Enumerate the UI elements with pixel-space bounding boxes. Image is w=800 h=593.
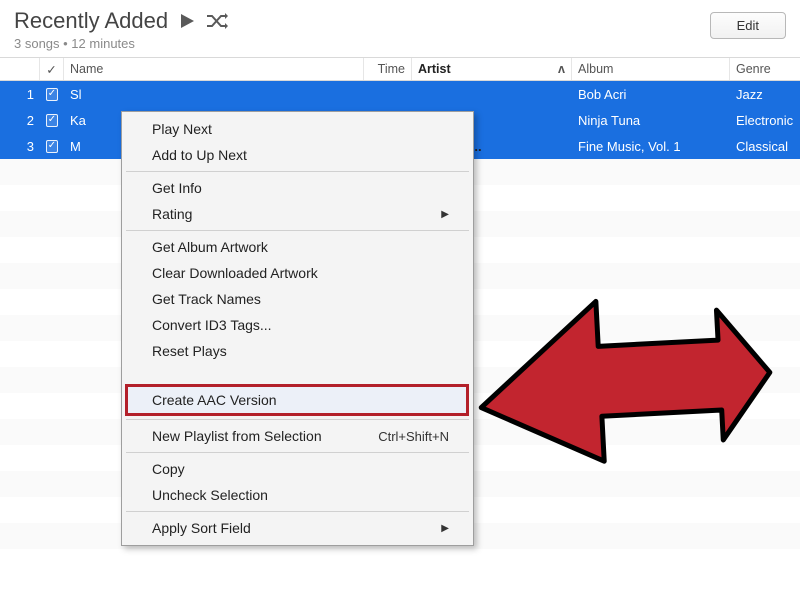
menu-create-aac[interactable]: Create AAC Version xyxy=(125,384,469,416)
annotation-arrow-icon xyxy=(470,260,780,483)
col-genre[interactable]: Genre xyxy=(730,58,800,80)
row-number: 1 xyxy=(0,87,40,102)
row-checkbox[interactable]: ✓ xyxy=(40,88,64,101)
submenu-arrow-icon: ▶ xyxy=(441,209,449,220)
menu-separator xyxy=(126,230,469,231)
menu-get-album-artwork[interactable]: Get Album Artwork xyxy=(124,234,471,260)
context-menu: Play Next Add to Up Next Get Info Rating… xyxy=(121,111,474,546)
menu-separator xyxy=(126,419,469,420)
menu-apply-sort[interactable]: Apply Sort Field▶ xyxy=(124,515,471,541)
table-header: ✓ Name Time Artist ʌ Album Genre xyxy=(0,57,800,81)
shortcut-label: Ctrl+Shift+N xyxy=(378,429,449,444)
row-number: 2 xyxy=(0,113,40,128)
col-artist[interactable]: Artist ʌ xyxy=(412,58,572,80)
col-checked[interactable]: ✓ xyxy=(40,58,64,80)
menu-reset-plays[interactable]: Reset Plays xyxy=(124,338,471,364)
edit-button[interactable]: Edit xyxy=(710,12,786,39)
menu-uncheck[interactable]: Uncheck Selection xyxy=(124,482,471,508)
row-album: Ninja Tuna xyxy=(572,113,730,128)
row-checkbox[interactable]: ✓ xyxy=(40,114,64,127)
play-icon[interactable] xyxy=(178,12,196,30)
menu-play-next[interactable]: Play Next xyxy=(124,116,471,142)
page-title: Recently Added xyxy=(14,8,168,34)
menu-get-track-names[interactable]: Get Track Names xyxy=(124,286,471,312)
menu-separator xyxy=(126,511,469,512)
row-album: Fine Music, Vol. 1 xyxy=(572,139,730,154)
menu-copy[interactable]: Copy xyxy=(124,456,471,482)
col-album[interactable]: Album xyxy=(572,58,730,80)
row-genre: Classical xyxy=(730,139,800,154)
menu-rating[interactable]: Rating▶ xyxy=(124,201,471,227)
menu-clear-artwork[interactable]: Clear Downloaded Artwork xyxy=(124,260,471,286)
col-name[interactable]: Name xyxy=(64,58,364,80)
row-genre: Electronic xyxy=(730,113,800,128)
row-checkbox[interactable]: ✓ xyxy=(40,140,64,153)
menu-convert-id3[interactable]: Convert ID3 Tags... xyxy=(124,312,471,338)
menu-create-aac-label: Create AAC Version xyxy=(152,392,277,408)
col-artist-label: Artist xyxy=(418,62,451,76)
row-genre: Jazz xyxy=(730,87,800,102)
submenu-arrow-icon: ▶ xyxy=(441,523,449,534)
row-album: Bob Acri xyxy=(572,87,730,102)
sort-ascending-icon: ʌ xyxy=(558,62,565,76)
row-name: Sl xyxy=(64,87,364,102)
col-time[interactable]: Time xyxy=(364,58,412,80)
menu-separator xyxy=(126,452,469,453)
shuffle-icon[interactable] xyxy=(206,12,228,30)
col-number[interactable] xyxy=(0,58,40,80)
table-row[interactable]: 1 ✓ Sl Bob Acri Jazz xyxy=(0,81,800,107)
menu-add-up-next[interactable]: Add to Up Next xyxy=(124,142,471,168)
subtitle: 3 songs • 12 minutes xyxy=(14,36,228,51)
menu-new-playlist[interactable]: New Playlist from SelectionCtrl+Shift+N xyxy=(124,423,471,449)
header: Recently Added 3 songs • 12 minutes Edit xyxy=(0,0,800,57)
row-number: 3 xyxy=(0,139,40,154)
menu-separator xyxy=(126,171,469,172)
menu-get-info[interactable]: Get Info xyxy=(124,175,471,201)
